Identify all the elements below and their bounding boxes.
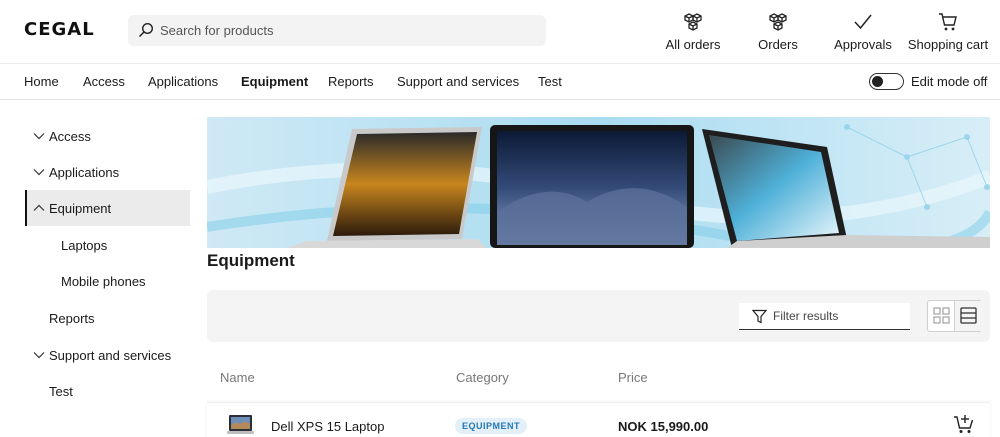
filter-field[interactable] [739, 303, 910, 330]
header: CEGAL All orders Orders [0, 0, 1000, 64]
product-name[interactable]: Dell XPS 15 Laptop [271, 419, 384, 434]
chevron-down-icon [33, 169, 45, 176]
nav-item-test[interactable]: Test [538, 74, 562, 89]
sidebar-item-support-and-services[interactable]: Support and services [25, 337, 190, 373]
nav-item-access[interactable]: Access [83, 74, 125, 89]
all-orders-label: All orders [665, 37, 721, 52]
sidebar-item-label: Access [49, 129, 91, 144]
grid-view-button[interactable] [928, 301, 955, 331]
column-header-price[interactable]: Price [618, 370, 648, 385]
approvals-label: Approvals [834, 37, 892, 52]
sidebar-item-label: Equipment [49, 201, 112, 216]
search-bar[interactable] [128, 15, 546, 46]
nav-item-equipment[interactable]: Equipment [241, 74, 308, 89]
orders-button[interactable]: Orders [757, 12, 799, 52]
sidebar-item-label: Mobile phones [61, 274, 146, 289]
nav-item-home[interactable]: Home [24, 74, 59, 89]
search-icon [138, 22, 154, 38]
column-header-category[interactable]: Category [456, 370, 509, 385]
product-thumbnail [227, 415, 254, 434]
filter-input[interactable] [773, 303, 905, 329]
approvals-button[interactable]: Approvals [833, 12, 893, 52]
orders-label: Orders [758, 37, 798, 52]
cart-icon [939, 13, 957, 31]
table-row[interactable]: Dell XPS 15 Laptop EQUIPMENT NOK 15,990.… [207, 402, 990, 437]
nav-item-applications[interactable]: Applications [148, 74, 218, 89]
edit-mode-toggle[interactable] [869, 73, 904, 90]
sidebar-item-laptops[interactable]: Laptops [25, 227, 190, 263]
shopping-cart-button[interactable]: Shopping cart [907, 12, 989, 52]
sidebar-item-test[interactable]: Test [25, 373, 190, 409]
shopping-cart-label: Shopping cart [907, 37, 989, 52]
sidebar-item-equipment[interactable]: Equipment [25, 190, 190, 226]
sidebar-item-label: Test [49, 384, 73, 399]
chevron-up-icon [33, 204, 45, 211]
sidebar-item-access[interactable]: Access [25, 118, 190, 154]
add-to-cart-icon[interactable] [953, 412, 975, 434]
view-toggle [927, 300, 982, 332]
sidebar-item-label: Applications [49, 165, 120, 180]
chevron-down-icon [33, 352, 45, 359]
category-badge: EQUIPMENT [455, 418, 528, 434]
results-toolbar [207, 290, 990, 342]
nav-item-support-and-services[interactable]: Support and services [397, 74, 519, 89]
sidebar-item-reports[interactable]: Reports [25, 300, 190, 336]
all-orders-button[interactable]: All orders [662, 12, 724, 52]
search-input[interactable] [160, 15, 540, 46]
product-price: NOK 15,990.00 [618, 419, 709, 434]
column-header-name[interactable]: Name [220, 370, 255, 385]
list-icon [960, 307, 977, 324]
filter-icon [752, 309, 767, 324]
boxes-icon [769, 13, 787, 31]
logo[interactable]: CEGAL [24, 19, 95, 40]
grid-icon [933, 307, 950, 324]
list-view-button[interactable] [955, 301, 982, 331]
checkmark-icon [854, 14, 872, 30]
sidebar-item-label: Laptops [61, 238, 108, 253]
sidebar-item-applications[interactable]: Applications [25, 154, 190, 190]
sidebar-item-label: Reports [49, 311, 95, 326]
main-nav: Home Access Applications Equipment Repor… [0, 64, 1000, 100]
boxes-icon [684, 13, 702, 31]
edit-mode-label: Edit mode off [911, 74, 988, 89]
nav-item-reports[interactable]: Reports [328, 74, 374, 89]
sidebar-item-label: Support and services [49, 348, 172, 363]
chevron-down-icon [33, 133, 45, 140]
page-title: Equipment [207, 251, 295, 270]
toggle-knob [872, 75, 883, 87]
sidebar-item-mobile-phones[interactable]: Mobile phones [25, 263, 190, 299]
category-banner-image [207, 117, 990, 248]
